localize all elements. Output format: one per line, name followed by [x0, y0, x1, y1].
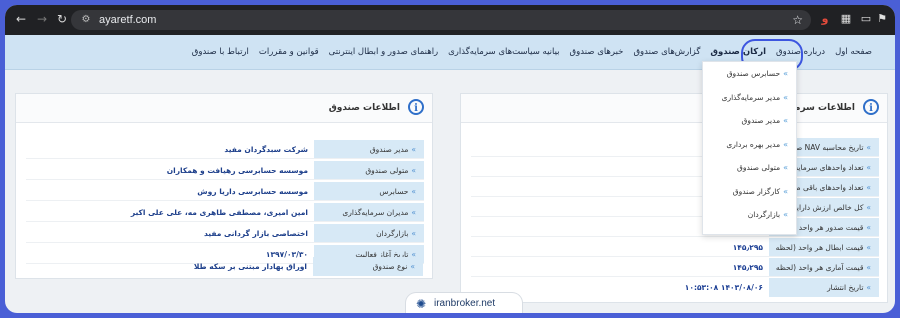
- row-label: تاریخ انتشار: [769, 278, 879, 297]
- info-icon: i: [408, 99, 424, 115]
- panel-header: i اطلاعات سرمایه‌گ: [461, 94, 887, 123]
- info-row: قیمت صدور هر واحد (لحظ: [471, 218, 879, 237]
- row-value: موسسه حسابرسی رهیافت و همکاران: [166, 166, 308, 175]
- site-settings-icon[interactable]: ⚙: [79, 13, 93, 27]
- info-row: بازارگردان اختصاصی بازار گردانی مفید: [26, 224, 424, 243]
- divider: [26, 221, 424, 222]
- row-value: ۱۴۵٫۲۹۵: [732, 263, 763, 272]
- extension-icon[interactable]: و: [818, 12, 832, 26]
- reload-icon[interactable]: ↻: [54, 11, 70, 27]
- info-icon: i: [863, 99, 879, 115]
- panel-title: اطلاعات صندوق: [328, 103, 400, 113]
- divider: [471, 156, 879, 157]
- menu-item-contact[interactable]: ارتباط با صندوق: [187, 35, 254, 69]
- menu-item-home[interactable]: صفحه اول: [830, 35, 877, 69]
- row-label: متولی صندوق: [314, 161, 424, 180]
- pillars-dropdown: حسابرس صندوق مدیر سرمایه‌گذاری مدیر صندو…: [702, 61, 797, 235]
- divider: [471, 256, 879, 257]
- row-value: شرکت سبدگردان مفید: [224, 145, 308, 154]
- extensions-puzzle-icon[interactable]: ▦: [839, 12, 853, 26]
- profile-icon[interactable]: ⚑: [875, 12, 889, 26]
- divider: [26, 158, 424, 159]
- divider: [471, 236, 879, 237]
- info-row: نوع صندوق اوراق بهادار مبتنی بر سکه طلا: [25, 257, 423, 276]
- divider: [26, 179, 424, 180]
- dropdown-item-operations-manager[interactable]: مدیر بهره برداری: [703, 133, 796, 157]
- watermark: ✺ iranbroker.net: [405, 292, 523, 313]
- fund-info-panel: i اطلاعات صندوق مدیر صندوق شرکت سبدگردان…: [15, 93, 433, 279]
- info-row: کل خالص ارزش دارایی‌ها: [471, 198, 879, 217]
- browser-toolbar: ← → ↻ ⚙ ayaretf.com ☆ و ▦ ▭ ⚑: [5, 5, 895, 35]
- info-row: متولی صندوق موسسه حسابرسی رهیافت و همکار…: [26, 161, 424, 180]
- sidebar-icon[interactable]: ▭: [859, 12, 873, 26]
- url-text: ayaretf.com: [99, 14, 157, 26]
- info-row: مدیران سرمایه‌گذاری امین امیری، مصطفی طا…: [26, 203, 424, 222]
- menu-item-reports[interactable]: گزارش‌های صندوق: [628, 35, 705, 69]
- dropdown-item-custodian[interactable]: متولی صندوق: [703, 156, 796, 180]
- forward-icon[interactable]: →: [34, 11, 50, 27]
- divider: [471, 276, 879, 277]
- info-row: قیمت آماری هر واحد (لحظه ای) ۱۴۵٫۲۹۵: [471, 258, 879, 291]
- row-value: امین امیری، مصطفی طاهری مه، علی علی اکبر: [130, 208, 308, 217]
- dropdown-item-broker[interactable]: کارگزار صندوق: [703, 180, 796, 204]
- dropdown-item-market-maker[interactable]: بازارگردان: [703, 203, 796, 227]
- info-row: مدیر صندوق شرکت سبدگردان مفید: [26, 140, 424, 159]
- info-row: حسابرس موسسه حسابرسی داریا روش: [26, 182, 424, 201]
- row-value: موسسه حسابرسی داریا روش: [197, 187, 308, 196]
- menu-item-rules[interactable]: قوانین و مقررات: [254, 35, 324, 69]
- divider: [26, 200, 424, 201]
- row-label: قیمت ابطال هر واحد (لحظه ای): [769, 238, 879, 271]
- address-bar[interactable]: ⚙ ayaretf.com ☆: [71, 10, 811, 30]
- row-value: اوراق بهادار مبتنی بر سکه طلا: [193, 262, 307, 271]
- screen: ← → ↻ ⚙ ayaretf.com ☆ و ▦ ▭ ⚑ صفحه اول د…: [5, 5, 895, 313]
- info-row: تعداد واحدهای باقی ماند: [471, 178, 879, 197]
- panel-header: i اطلاعات صندوق: [16, 94, 432, 123]
- row-label: قیمت آماری هر واحد (لحظه ای): [769, 258, 879, 291]
- divider: [471, 216, 879, 217]
- dropdown-item-investment-manager[interactable]: مدیر سرمایه‌گذاری: [703, 86, 796, 110]
- watermark-text: iranbroker.net: [434, 298, 496, 309]
- info-row: تاریخ محاسبه NAV صندوق: [471, 138, 879, 157]
- menu-item-news[interactable]: خبرهای صندوق: [565, 35, 629, 69]
- investment-info-panel: i اطلاعات سرمایه‌گ تاریخ محاسبه NAV صندو…: [460, 93, 888, 303]
- menu-item-investment-policy[interactable]: بیانیه سیاست‌های سرمایه‌گذاری: [443, 35, 564, 69]
- dropdown-item-auditor[interactable]: حسابرس صندوق: [703, 62, 796, 86]
- info-row: تاریخ انتشار ۱۴۰۳/۰۸/۰۶ ۱۰:۵۳:۰۸: [471, 278, 879, 297]
- menu-item-guide[interactable]: راهنمای صدور و ابطال اینترنتی: [324, 35, 444, 69]
- info-row: قیمت ابطال هر واحد (لحظه ای) ۱۴۵٫۲۹۵: [471, 238, 879, 271]
- divider: [471, 196, 879, 197]
- divider: [26, 242, 424, 243]
- row-label: نوع صندوق: [313, 257, 423, 276]
- dropdown-item-fund-manager[interactable]: مدیر صندوق: [703, 109, 796, 133]
- row-label: حسابرس: [314, 182, 424, 201]
- row-label: مدیر صندوق: [314, 140, 424, 159]
- divider: [471, 176, 879, 177]
- row-label: مدیران سرمایه‌گذاری: [314, 203, 424, 222]
- row-label: بازارگردان: [314, 224, 424, 243]
- row-value: ۱۴۵٫۲۹۵: [732, 243, 763, 252]
- row-value: اختصاصی بازار گردانی مفید: [203, 229, 308, 238]
- info-row: تعداد واحدهای سرمایه گ: [471, 158, 879, 177]
- back-icon[interactable]: ←: [13, 11, 29, 27]
- watermark-logo-icon: ✺: [416, 297, 427, 311]
- bookmark-star-icon[interactable]: ☆: [792, 12, 803, 28]
